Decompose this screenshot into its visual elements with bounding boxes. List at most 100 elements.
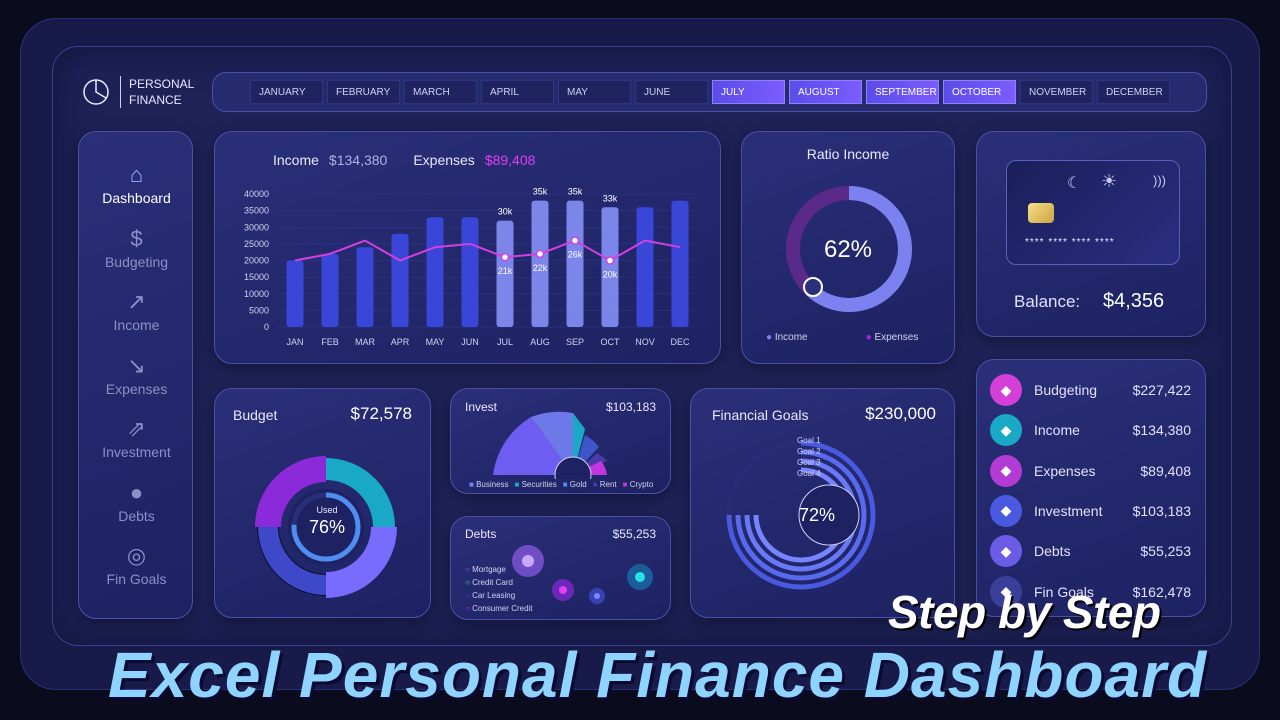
income-data-label: 33k xyxy=(603,193,618,203)
month-july[interactable]: JULY xyxy=(712,80,785,104)
month-september[interactable]: SEPTEMBER xyxy=(866,80,939,104)
stat-value: $89,408 xyxy=(1140,462,1191,479)
month-august[interactable]: AUGUST xyxy=(789,80,862,104)
budget-used-percent: 76% xyxy=(308,517,346,537)
expenses-data-label: 26k xyxy=(568,250,583,260)
income-expenses-panel: Income $134,380 Expenses $89,408 40000 35… xyxy=(214,131,721,364)
legend-income: ● Income xyxy=(766,332,808,343)
sidebar: ⌂ Dashboard $ Budgeting ↗ Income ↘ Expenses ⇗ Inv… xyxy=(78,131,193,619)
legend-swatch: ■ xyxy=(514,480,522,489)
moon-icon: ☾ xyxy=(1067,175,1082,192)
stat-name: Expenses xyxy=(1034,462,1096,479)
income-bar xyxy=(426,217,444,327)
sidebar-item-label: Income xyxy=(113,317,160,333)
pie-logo-icon xyxy=(83,79,109,105)
investment-icon: ⇗ xyxy=(127,416,146,441)
stat-value: $134,380 xyxy=(1132,422,1191,439)
expenses-data-label: 21k xyxy=(498,266,513,276)
goal-label: Goal 3 xyxy=(797,458,821,467)
month-january[interactable]: JANUARY xyxy=(250,80,323,104)
legend-swatch: ■ xyxy=(592,480,600,489)
app-title-line2: FINANCE xyxy=(129,93,182,107)
income-bar xyxy=(461,217,479,327)
target-icon: ◎ xyxy=(126,543,147,568)
ratio-title: Ratio Income xyxy=(806,146,890,162)
legend-income-label: Income xyxy=(774,332,808,343)
income-expenses-chart: 40000 35000 30000 25000 20000 15000 10000 5000 0… xyxy=(244,187,695,347)
debts-bubble-chart xyxy=(512,545,653,604)
x-tick-label: MAY xyxy=(426,337,445,347)
stat-row-expenses[interactable]: ◆ Expenses $89,408 xyxy=(990,454,1195,488)
budget-value: $72,578 xyxy=(350,404,412,423)
goal-label: Goal 1 xyxy=(797,436,821,445)
stat-value: $227,422 xyxy=(1132,382,1191,398)
invest-legend-item: ■ Gold xyxy=(563,480,587,489)
expenses-point xyxy=(570,236,580,245)
month-may[interactable]: MAY xyxy=(558,80,631,104)
y-tick-label: 25000 xyxy=(244,239,269,249)
legend-label: Business xyxy=(476,480,509,489)
goal-label: Goal 2 xyxy=(797,447,821,456)
contactless-icon: ))) xyxy=(1153,173,1166,188)
x-tick-label: JUL xyxy=(497,337,513,347)
stat-name: Income xyxy=(1034,422,1080,439)
income-bar xyxy=(566,200,584,327)
expenses-data-label: 22k xyxy=(533,263,548,273)
expenses-point xyxy=(535,249,545,259)
invest-legend: ■ Business ■ Securities ■ Gold ■ Rent ■ Cryp… xyxy=(469,480,653,489)
financial-goals-panel: Financial Goals $230,000 Goal 1 Goal 2 Goa… xyxy=(690,388,955,618)
app-title-line1: PERSONAL xyxy=(129,77,195,91)
stat-row-budgeting[interactable]: ◆ Budgeting $227,422 xyxy=(990,373,1195,407)
y-tick-label: 0 xyxy=(264,322,269,332)
sidebar-item-income[interactable]: ↗ Income xyxy=(79,289,194,333)
invest-panel: Invest $103,183 ■ Business ■ Securities ■ … xyxy=(450,388,671,494)
month-november[interactable]: NOVEMBER xyxy=(1020,80,1093,104)
invest-radial-chart xyxy=(493,411,607,479)
sidebar-item-debts[interactable]: ● Debts xyxy=(79,480,194,524)
income-bar xyxy=(671,200,689,327)
y-tick-label: 30000 xyxy=(244,222,269,232)
x-tick-label: JUN xyxy=(461,337,479,347)
sidebar-item-fin-goals[interactable]: ◎ Fin Goals xyxy=(79,543,194,587)
sidebar-item-budgeting[interactable]: $ Budgeting xyxy=(79,226,194,270)
stat-icon: ◆ xyxy=(990,454,1022,487)
y-tick-label: 10000 xyxy=(244,289,269,299)
stat-row-income[interactable]: ◆ Income $134,380 xyxy=(990,413,1195,447)
ratio-income-panel: Ratio Income 62% ● Income ● Expenses xyxy=(741,131,955,364)
income-bar xyxy=(286,260,304,327)
expenses-point xyxy=(605,256,615,265)
piggy-bank-icon: ● xyxy=(129,479,144,505)
expenses-data-label: 20k xyxy=(603,270,618,280)
month-april[interactable]: APRIL xyxy=(481,80,554,104)
x-tick-label: DEC xyxy=(670,337,690,347)
balance-panel: ☾ ☀ ))) **** **** **** **** Balance: $4,… xyxy=(976,131,1206,337)
month-june[interactable]: JUNE xyxy=(635,80,708,104)
stat-row-investment[interactable]: ◆ Investment $103,183 xyxy=(990,494,1195,528)
bubble-consumer-credit-core xyxy=(635,572,645,582)
income-bar xyxy=(636,207,654,327)
y-tick-label: 5000 xyxy=(249,305,269,315)
balance-label: Balance: xyxy=(1014,292,1081,311)
stat-value: $55,253 xyxy=(1140,543,1191,560)
x-tick-label: FEB xyxy=(321,337,339,347)
legend-expenses-label: Expenses xyxy=(874,332,919,343)
sidebar-item-dashboard[interactable]: ⌂ Dashboard xyxy=(79,162,194,206)
debts-panel: Debts $55,253 ○ Mortgage ○ Credit Card ○ C… xyxy=(450,516,671,620)
month-slicer: JANUARY FEBRUARY MARCH APRIL MAY JUNE JULY AUGU… xyxy=(212,72,1207,112)
month-february[interactable]: FEBRUARY xyxy=(327,80,400,104)
x-tick-label: MAR xyxy=(355,337,376,347)
x-tick-label: APR xyxy=(391,337,410,347)
goals-value: $230,000 xyxy=(865,404,936,423)
month-october[interactable]: OCTOBER xyxy=(943,80,1016,104)
banner-title: Excel Personal Finance Dashboard xyxy=(108,639,1208,711)
stat-row-debts[interactable]: ◆ Debts $55,253 xyxy=(990,534,1195,568)
stat-name: Investment xyxy=(1034,502,1103,519)
expenses-point xyxy=(500,252,510,262)
bubble-mortgage-core xyxy=(522,555,534,567)
month-december[interactable]: DECEMBER xyxy=(1097,80,1170,104)
sidebar-item-investment[interactable]: ⇗ Investment xyxy=(79,416,194,460)
budget-title: Budget xyxy=(233,407,278,423)
month-march[interactable]: MARCH xyxy=(404,80,477,104)
sidebar-item-expenses[interactable]: ↘ Expenses xyxy=(79,353,194,397)
goals-title: Financial Goals xyxy=(712,407,809,423)
